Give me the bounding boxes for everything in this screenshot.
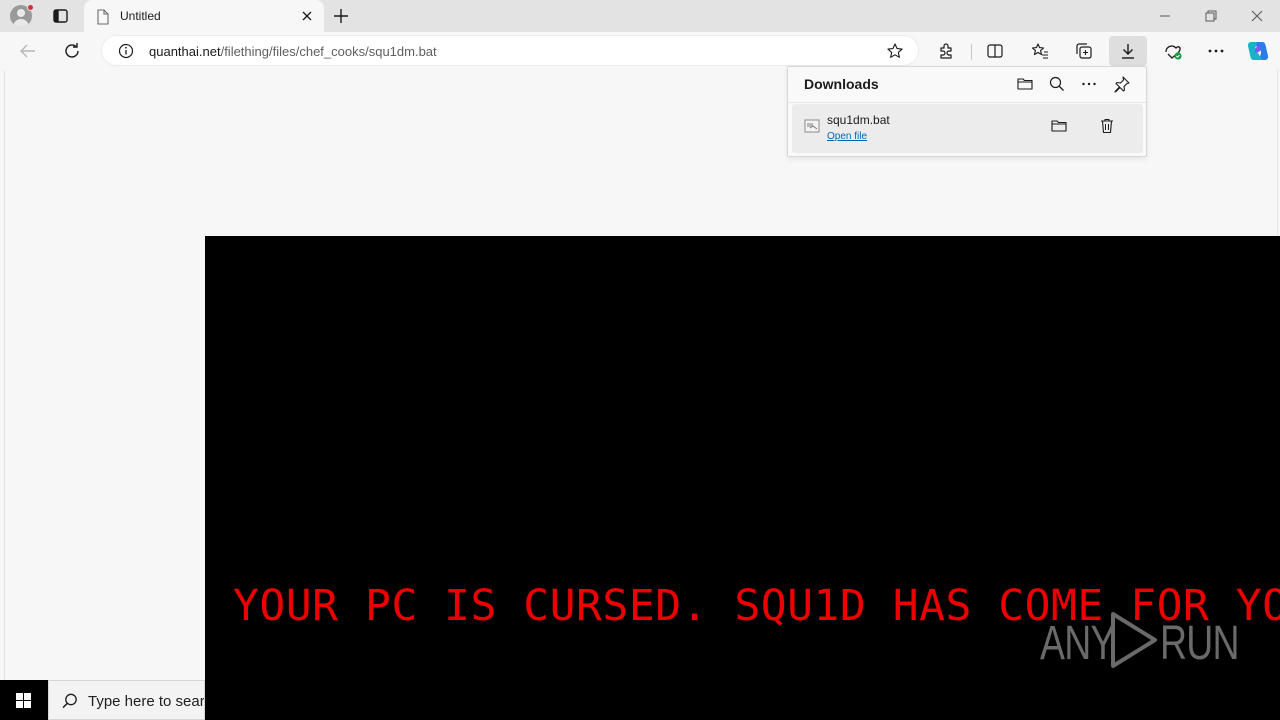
search-downloads-icon[interactable] (1048, 75, 1066, 93)
refresh-icon[interactable] (62, 41, 82, 61)
windows-logo-icon (16, 693, 32, 709)
favorite-star-icon[interactable] (886, 42, 904, 65)
more-options-icon[interactable] (1080, 75, 1098, 93)
watermark-right-text: RUN (1160, 617, 1240, 670)
downloads-button[interactable] (1109, 36, 1147, 66)
settings-more-icon[interactable] (1206, 41, 1226, 61)
extensions-icon[interactable] (937, 41, 957, 61)
open-downloads-folder-icon[interactable] (1016, 75, 1034, 93)
tab-title: Untitled (120, 9, 161, 23)
url-path: /filething/files/chef_cooks/squ1dm.bat (220, 44, 437, 59)
search-placeholder: Type here to search (88, 693, 205, 710)
browser-essentials-icon[interactable] (1162, 41, 1182, 61)
close-window-icon[interactable] (1249, 8, 1265, 24)
tab-actions-icon[interactable] (48, 6, 72, 26)
favorites-icon[interactable] (1030, 41, 1050, 61)
download-item[interactable]: squ1dm.bat Open file (792, 104, 1143, 153)
search-icon (61, 692, 79, 715)
downloads-panel: Downloads squ1dm.bat Open file (787, 66, 1147, 157)
panel-divider (788, 102, 1146, 103)
browser-toolbar: quanthai.net/filething/files/chef_cooks/… (0, 32, 1280, 70)
anyrun-watermark: ANY RUN (1040, 608, 1240, 672)
url-host: quanthai.net (149, 44, 221, 59)
tab-untitled[interactable]: Untitled (84, 0, 324, 32)
play-logo-icon (1111, 612, 1157, 668)
open-file-link[interactable]: Open file (827, 131, 867, 142)
taskbar-search[interactable]: Type here to search (48, 680, 205, 720)
downloads-title: Downloads (804, 76, 879, 92)
tab-strip: Untitled (0, 0, 1280, 32)
delete-icon[interactable] (1098, 117, 1116, 135)
address-bar[interactable]: quanthai.net/filething/files/chef_cooks/… (101, 35, 919, 66)
profile-notification-dot (27, 4, 34, 11)
collections-icon[interactable] (1074, 41, 1094, 61)
download-file-name: squ1dm.bat (827, 113, 890, 127)
show-in-folder-icon[interactable] (1050, 117, 1068, 135)
taskbar: Type here to search (0, 680, 205, 720)
address-url[interactable]: quanthai.net/filething/files/chef_cooks/… (149, 44, 437, 59)
restore-icon[interactable] (1203, 8, 1219, 24)
start-button[interactable] (0, 680, 48, 720)
site-info-icon[interactable] (118, 43, 134, 64)
page-icon (96, 9, 110, 30)
new-tab-icon[interactable] (331, 6, 351, 26)
toolbar-divider (971, 44, 972, 60)
close-tab-icon[interactable] (300, 9, 314, 28)
minimize-icon[interactable] (1157, 8, 1173, 24)
copilot-icon[interactable] (1246, 39, 1269, 60)
split-screen-icon[interactable] (985, 41, 1005, 61)
pin-icon[interactable] (1113, 75, 1131, 93)
downloads-icon (1122, 44, 1134, 59)
console-window: YOUR PC IS CURSED. SQU1D HAS COME FOR YO… (205, 236, 1280, 720)
bat-file-icon (804, 119, 820, 138)
back-arrow-icon[interactable] (18, 41, 38, 61)
